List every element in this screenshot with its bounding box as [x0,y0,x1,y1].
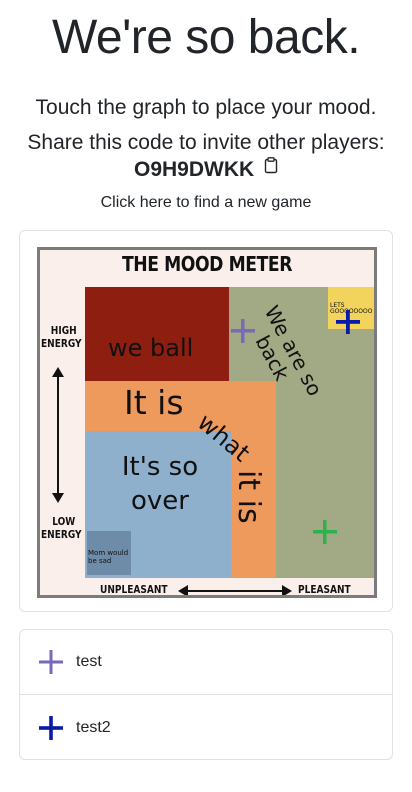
share-text: Share this code to invite other players: [27,131,385,154]
plus-icon [38,715,64,741]
player-marker-green[interactable] [311,518,339,546]
player-marker-test[interactable] [229,317,257,345]
mood-graph-card: THE MOOD METER we ball It is what It's s… [19,230,393,612]
zone-label-we-ball: we ball [108,334,194,362]
energy-axis-arrow [52,367,64,503]
instructions-text: Touch the graph to place your mood. [35,96,377,119]
axis-label-pleasant: PLEASANT [298,583,351,596]
list-item[interactable]: test2 [20,695,392,760]
player-marker-test2[interactable] [334,308,362,336]
page-title: We're so back. [51,11,361,64]
zone-label-mom: Mom would be sad [88,549,129,565]
pleasantness-axis-arrow [178,585,292,595]
mood-meter-title: THE MOOD METER [121,252,293,276]
find-game-text: Click here to find a new game [100,194,312,211]
game-code-row: O9H9DWKK [0,157,412,183]
player-name: test2 [76,718,111,736]
zone-label-so-over: It's so over [121,452,199,516]
zone-label-it-is-vertical: it is [231,470,266,524]
axis-label-unpleasant: UNPLEASANT [100,583,168,596]
zone-label-it-is: It is [124,383,184,422]
axis-label-high-energy: HIGH ENERGY [41,324,82,350]
axis-label-low-energy: LOW ENERGY [41,515,82,541]
list-item[interactable]: test [20,630,392,695]
mood-meter[interactable]: THE MOOD METER we ball It is what It's s… [37,247,377,598]
plus-icon [38,649,64,675]
player-list: test test2 [19,629,393,760]
game-code: O9H9DWKK [133,158,255,181]
clipboard-icon[interactable] [264,155,278,181]
player-name: test [76,653,102,670]
find-game-link[interactable]: here [140,194,172,211]
